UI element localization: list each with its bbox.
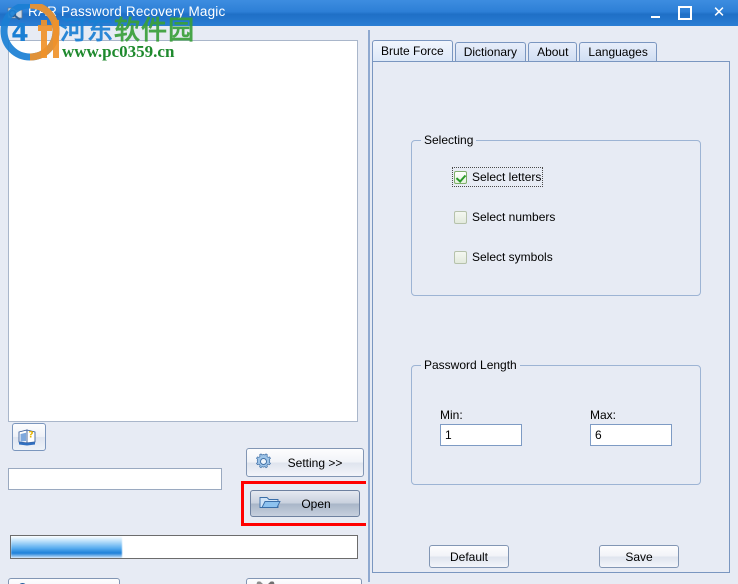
tab-brute-force-label: Brute Force	[381, 44, 444, 58]
window-title: RAR Password Recovery Magic	[28, 4, 226, 19]
setting-button-label: Setting >>	[287, 455, 343, 470]
gear-icon	[255, 452, 272, 473]
open-button[interactable]: Open	[250, 490, 360, 517]
setting-button[interactable]: Setting >>	[246, 448, 364, 477]
min-length-input[interactable]	[440, 424, 522, 446]
tab-brute-force[interactable]: Brute Force	[372, 40, 453, 62]
tab-languages-label: Languages	[588, 45, 648, 59]
file-list-box[interactable]	[8, 40, 358, 422]
max-length-label: Max:	[590, 408, 617, 422]
checkbox-select-letters[interactable]: Select letters	[451, 167, 544, 187]
maximize-button[interactable]	[670, 0, 700, 26]
max-length-input[interactable]	[590, 424, 672, 446]
minimize-button[interactable]	[640, 0, 670, 26]
tab-dictionary[interactable]: Dictionary	[454, 42, 527, 62]
minimize-icon	[650, 15, 660, 18]
tab-about[interactable]: About	[528, 42, 578, 62]
open-button-label: Open	[301, 496, 331, 511]
checkbox-select-symbols[interactable]: Select symbols	[454, 249, 553, 265]
min-length-label: Min:	[440, 408, 463, 422]
progress-bar	[10, 535, 358, 559]
checkbox-unchecked-icon	[454, 250, 467, 264]
checkbox-select-numbers[interactable]: Select numbers	[454, 209, 555, 225]
checkbox-select-numbers-label: Select numbers	[472, 210, 556, 224]
save-button[interactable]: Save	[599, 545, 679, 568]
start-button[interactable]: Start	[8, 578, 120, 584]
password-length-group: Password Length Min: Max:	[411, 358, 701, 485]
progress-bar-fill	[11, 536, 122, 558]
application-window: RAR Password Recovery Magic ✕ ? Setting …	[0, 0, 738, 584]
cancel-button[interactable]: Cancel	[246, 578, 362, 584]
help-button[interactable]: ?	[12, 423, 46, 451]
close-button[interactable]: ✕	[704, 0, 734, 26]
save-button-label: Save	[625, 549, 653, 564]
archive-path-input[interactable]	[8, 468, 222, 490]
close-icon: ✕	[712, 4, 726, 21]
svg-text:?: ?	[28, 431, 33, 441]
default-button-label: Default	[449, 549, 489, 564]
selecting-group-title: Selecting	[421, 133, 477, 147]
checkbox-select-symbols-label: Select symbols	[472, 250, 553, 264]
tab-page-brute-force: Selecting Select letters Select numbers …	[372, 61, 730, 573]
checkbox-checked-icon	[454, 170, 467, 184]
splitter-bar	[368, 30, 370, 582]
folder-icon	[259, 493, 281, 514]
tab-dictionary-label: Dictionary	[463, 45, 518, 59]
maximize-icon	[678, 6, 692, 21]
help-book-icon: ?	[13, 427, 45, 447]
tab-about-label: About	[537, 45, 569, 59]
right-panel: Brute Force Dictionary About Languages S…	[372, 40, 732, 578]
tab-strip: Brute Force Dictionary About Languages	[372, 40, 659, 62]
title-bar: RAR Password Recovery Magic ✕	[0, 0, 738, 26]
left-panel: ? Setting >> Open	[0, 26, 369, 584]
selecting-group: Selecting Select letters Select numbers …	[411, 133, 701, 296]
password-length-group-title: Password Length	[421, 358, 520, 372]
default-button[interactable]: Default	[429, 545, 509, 568]
checkbox-unchecked-icon	[454, 210, 467, 224]
checkbox-select-letters-label: Select letters	[472, 170, 542, 184]
tab-languages[interactable]: Languages	[579, 42, 657, 62]
app-icon	[6, 4, 24, 22]
